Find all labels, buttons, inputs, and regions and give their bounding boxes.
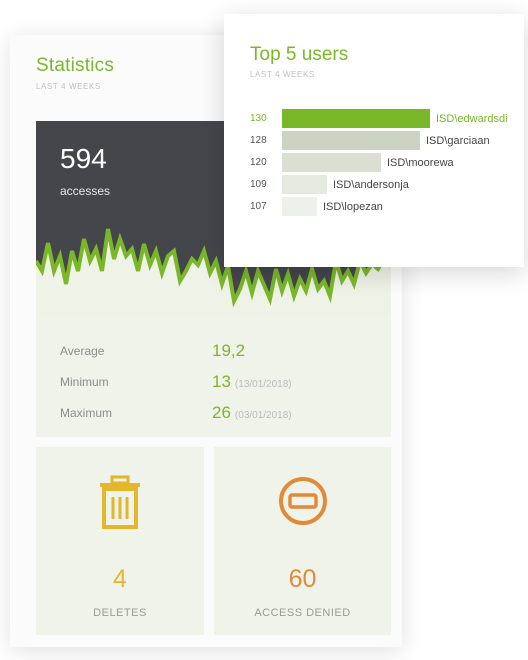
top-user-row[interactable]: 109 ISD\andersonja [250,175,520,195]
metric-value: 19,2 [212,341,245,361]
user-access-count: 130 [250,113,267,124]
metric-date: (03/01/2018) [234,410,292,421]
access-denied-label: ACCESS DENIED [254,607,351,619]
trash-icon [100,475,140,529]
deletes-count: 4 [113,565,127,593]
user-name: ISD\edwardsdi [436,113,508,125]
metric-label: Average [60,344,105,358]
statistics-subtitle: LAST 4 WEEKS [36,82,101,91]
top-users-title: Top 5 users [250,44,349,65]
top-users-subtitle: LAST 4 WEEKS [250,70,315,79]
access-denied-count: 60 [288,565,317,593]
user-bar [282,131,420,150]
user-name: ISD\moorewa [387,157,454,169]
top-user-row[interactable]: 128 ISD\garciaan [250,131,520,151]
user-name: ISD\lopezan [323,201,383,213]
top-user-row[interactable]: 107 ISD\lopezan [250,197,520,217]
user-access-count: 109 [250,179,267,190]
metrics-panel: Average 19,2 Minimum 13 (13/01/2018) Maxi… [36,317,391,437]
metric-number: 13 [212,372,231,391]
accesses-label: accesses [60,184,111,198]
deletes-label: DELETES [93,607,147,619]
metric-number: 19,2 [212,341,246,360]
statistics-title: Statistics [36,55,115,76]
top-user-row[interactable]: 130 ISD\edwardsdi [250,109,520,129]
user-name: ISD\andersonja [333,179,409,191]
user-access-count: 107 [250,201,267,212]
user-bar [282,197,317,216]
metric-value: 26 (03/01/2018) [212,403,292,423]
user-bar [282,175,327,194]
user-access-count: 128 [250,135,267,146]
metric-label: Minimum [60,375,109,389]
metric-date: (13/01/2018) [234,379,292,390]
top-users-card: Top 5 users LAST 4 WEEKS 130 ISD\edwardsd… [224,14,524,267]
metric-minimum: Minimum 13 (13/01/2018) [60,372,380,392]
user-bar [282,109,430,128]
accesses-count: 594 [60,143,107,174]
top-user-row[interactable]: 120 ISD\moorewa [250,153,520,173]
user-bar [282,153,381,172]
minus-circle-icon [279,477,327,525]
metric-value: 13 (13/01/2018) [212,372,292,392]
metric-average: Average 19,2 [60,341,380,361]
metric-label: Maximum [60,406,113,420]
deletes-tile[interactable]: 4 DELETES [36,447,204,635]
metric-number: 26 [212,403,231,422]
user-name: ISD\garciaan [426,135,490,147]
metric-maximum: Maximum 26 (03/01/2018) [60,403,380,423]
user-access-count: 120 [250,157,267,168]
access-denied-tile[interactable]: 60 ACCESS DENIED [214,447,391,635]
